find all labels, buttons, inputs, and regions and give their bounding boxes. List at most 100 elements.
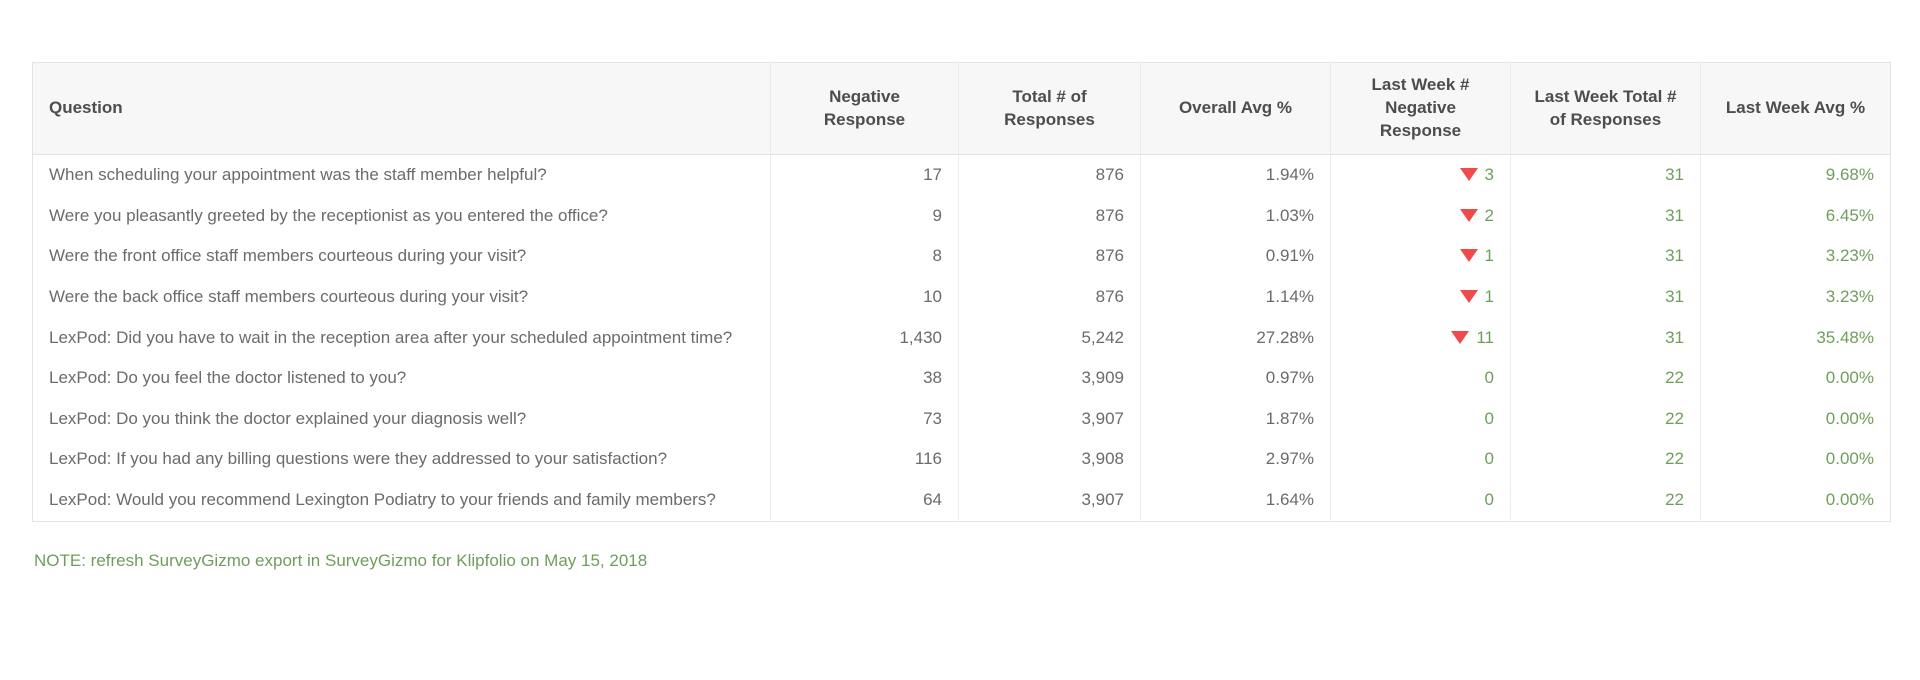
cell-neg: 73 bbox=[770, 398, 959, 440]
cell-total: 3,907 bbox=[958, 480, 1141, 522]
cell-neg: 8 bbox=[770, 236, 959, 277]
cell-lw_neg: 1 bbox=[1330, 236, 1511, 277]
cell-neg: 10 bbox=[770, 276, 959, 318]
cell-total: 5,242 bbox=[958, 317, 1141, 359]
table-row: Were the front office staff members cour… bbox=[32, 236, 1891, 277]
cell-value: 8 bbox=[932, 246, 942, 266]
column-header-last-week-negative-response[interactable]: Last Week # Negative Response bbox=[1330, 62, 1511, 155]
cell-neg: 17 bbox=[770, 154, 959, 196]
cell-value: 0.00% bbox=[1825, 368, 1874, 388]
table-row: LexPod: Would you recommend Lexington Po… bbox=[32, 480, 1891, 522]
cell-neg: 1,430 bbox=[770, 317, 959, 359]
cell-lw_total: 22 bbox=[1510, 358, 1701, 399]
cell-lw_total: 22 bbox=[1510, 480, 1701, 522]
column-header-last-week-total-responses[interactable]: Last Week Total # of Responses bbox=[1510, 62, 1701, 155]
cell-value: 1.14% bbox=[1265, 286, 1314, 306]
cell-value: 3 bbox=[1484, 165, 1494, 184]
table-header-row: Question Negative Response Total # of Re… bbox=[32, 62, 1891, 155]
cell-value: 2 bbox=[1484, 205, 1494, 225]
cell-lw_avg: 3.23% bbox=[1700, 236, 1891, 277]
cell-value: LexPod: If you had any billing questions… bbox=[49, 449, 668, 469]
cell-question: Were the front office staff members cour… bbox=[32, 236, 771, 277]
cell-lw_avg: 9.68% bbox=[1700, 154, 1891, 196]
cell-value: 1.87% bbox=[1265, 408, 1314, 428]
cell-value: 31 bbox=[1665, 286, 1684, 306]
cell-value: 3,909 bbox=[1081, 368, 1124, 388]
cell-question: When scheduling your appointment was the… bbox=[32, 154, 771, 196]
column-header-negative-response[interactable]: Negative Response bbox=[770, 62, 959, 155]
table-row: LexPod: If you had any billing questions… bbox=[32, 439, 1891, 481]
cell-value: 0.00% bbox=[1825, 490, 1874, 510]
cell-value: 0 bbox=[1484, 449, 1494, 469]
cell-lw_neg: 2 bbox=[1330, 195, 1511, 237]
cell-value: 0 bbox=[1484, 408, 1494, 428]
cell-value: 9.68% bbox=[1825, 165, 1874, 184]
cell-value: 31 bbox=[1665, 246, 1684, 266]
cell-value: 876 bbox=[1095, 286, 1124, 306]
trend-down-icon bbox=[1459, 168, 1478, 181]
cell-value: Were you pleasantly greeted by the recep… bbox=[49, 205, 608, 225]
cell-question: LexPod: Do you feel the doctor listened … bbox=[32, 358, 771, 399]
cell-value: 0.00% bbox=[1825, 449, 1874, 469]
cell-lw_avg: 0.00% bbox=[1700, 398, 1891, 440]
cell-avg: 0.97% bbox=[1140, 358, 1331, 399]
cell-value: 3,907 bbox=[1081, 408, 1124, 428]
cell-lw_avg: 0.00% bbox=[1700, 480, 1891, 522]
table-row: Were you pleasantly greeted by the recep… bbox=[32, 195, 1891, 237]
cell-value: 64 bbox=[923, 490, 942, 510]
trend-down-icon bbox=[1459, 249, 1478, 263]
cell-lw_avg: 35.48% bbox=[1700, 317, 1891, 359]
footer-note: NOTE: refresh SurveyGizmo export in Surv… bbox=[34, 550, 648, 570]
cell-value: 1.64% bbox=[1265, 490, 1314, 510]
cell-value: 11 bbox=[1476, 327, 1494, 347]
column-header-overall-avg-pct[interactable]: Overall Avg % bbox=[1140, 62, 1331, 155]
cell-value: 27.28% bbox=[1256, 327, 1314, 347]
cell-question: LexPod: Do you think the doctor explaine… bbox=[32, 398, 771, 440]
cell-value: 0.97% bbox=[1265, 368, 1314, 388]
cell-value: 73 bbox=[923, 408, 942, 428]
cell-value: Were the back office staff members court… bbox=[49, 286, 529, 306]
cell-lw_avg: 3.23% bbox=[1700, 276, 1891, 318]
column-header-total-responses[interactable]: Total # of Responses bbox=[958, 62, 1141, 155]
cell-value: 38 bbox=[923, 368, 942, 388]
cell-lw_avg: 6.45% bbox=[1700, 195, 1891, 237]
cell-question: Were you pleasantly greeted by the recep… bbox=[32, 195, 771, 237]
cell-value: Were the front office staff members cour… bbox=[49, 246, 527, 266]
cell-value: 31 bbox=[1665, 165, 1684, 184]
cell-neg: 9 bbox=[770, 195, 959, 237]
cell-value: 116 bbox=[914, 449, 942, 469]
cell-value: 876 bbox=[1095, 246, 1124, 266]
cell-neg: 38 bbox=[770, 358, 959, 399]
cell-question: LexPod: Did you have to wait in the rece… bbox=[32, 317, 771, 359]
cell-value: 2.97% bbox=[1265, 449, 1314, 469]
cell-value: 22 bbox=[1665, 368, 1684, 388]
cell-lw_neg: 0 bbox=[1330, 480, 1511, 522]
cell-value: LexPod: Would you recommend Lexington Po… bbox=[49, 490, 716, 510]
column-header-last-week-avg-pct[interactable]: Last Week Avg % bbox=[1700, 62, 1891, 155]
cell-avg: 1.03% bbox=[1140, 195, 1331, 237]
table-header: Question Negative Response Total # of Re… bbox=[32, 62, 1891, 155]
cell-question: LexPod: If you had any billing questions… bbox=[32, 439, 771, 481]
survey-negative-response-table: Question Negative Response Total # of Re… bbox=[32, 62, 1891, 522]
cell-total: 876 bbox=[958, 154, 1141, 196]
column-header-question[interactable]: Question bbox=[32, 62, 771, 155]
cell-value: 0 bbox=[1484, 368, 1494, 388]
cell-lw_neg: 11 bbox=[1330, 317, 1511, 359]
cell-lw_total: 31 bbox=[1510, 154, 1701, 196]
cell-lw_neg: 0 bbox=[1330, 439, 1511, 481]
cell-value: 35.48% bbox=[1816, 327, 1874, 347]
cell-value: LexPod: Do you think the doctor explaine… bbox=[49, 408, 527, 428]
cell-value: 1 bbox=[1484, 246, 1494, 266]
cell-value: 22 bbox=[1665, 449, 1684, 469]
cell-value: 0 bbox=[1484, 490, 1494, 510]
cell-value: 10 bbox=[923, 286, 942, 306]
cell-value: 1.03% bbox=[1265, 205, 1314, 225]
cell-value: 31 bbox=[1665, 205, 1684, 225]
cell-value: 17 bbox=[923, 165, 942, 184]
cell-lw_avg: 0.00% bbox=[1700, 358, 1891, 399]
cell-value: When scheduling your appointment was the… bbox=[49, 165, 547, 184]
report-page: Question Negative Response Total # of Re… bbox=[0, 0, 1920, 680]
cell-question: LexPod: Would you recommend Lexington Po… bbox=[32, 480, 771, 522]
trend-down-icon bbox=[1451, 330, 1470, 344]
trend-down-icon bbox=[1459, 289, 1478, 303]
